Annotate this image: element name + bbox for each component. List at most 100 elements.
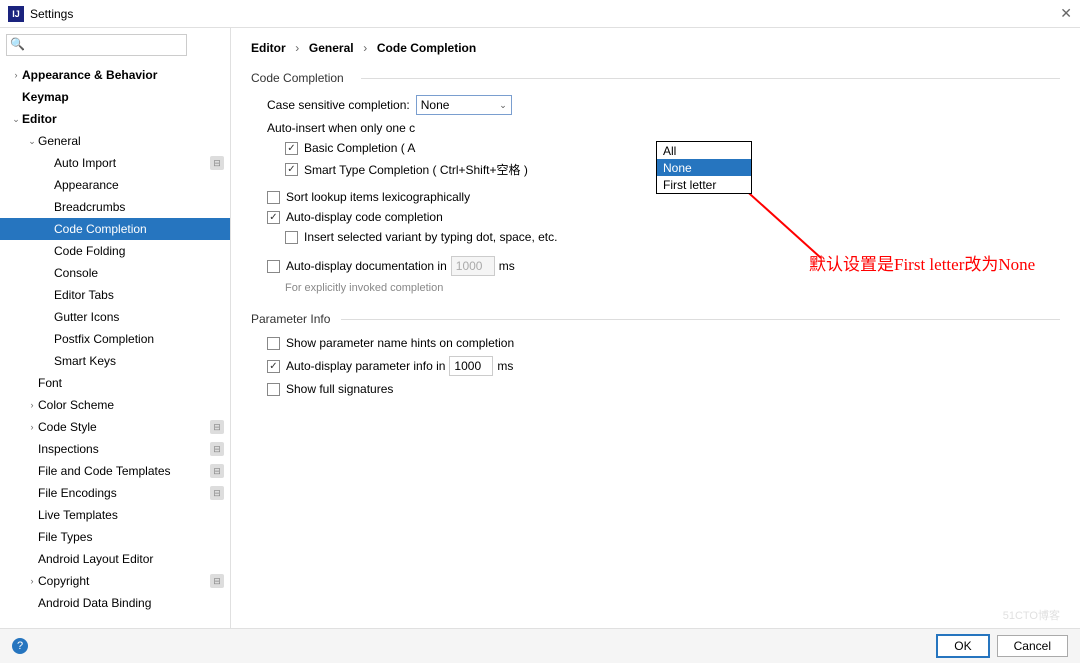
checkbox-param-hints[interactable] — [267, 337, 280, 350]
checkbox-sort-lookup[interactable] — [267, 191, 280, 204]
tree-item-label: File Types — [38, 530, 230, 544]
annotation-text: 默认设置是First letter改为None — [809, 250, 1035, 275]
checkbox-basic-completion[interactable] — [285, 142, 298, 155]
tree-item-font[interactable]: Font — [0, 372, 230, 394]
tree-item-label: Console — [54, 266, 230, 280]
tree-arrow-icon: › — [26, 422, 38, 432]
row-param-hints: Show parameter name hints on completion — [267, 336, 1060, 350]
tree-arrow-icon: › — [26, 576, 38, 586]
tree-item-auto-import[interactable]: Auto Import⊟ — [0, 152, 230, 174]
case-sensitive-select[interactable]: None ⌄ — [416, 95, 512, 115]
search-input[interactable] — [6, 34, 187, 56]
tree-item-label: Appearance & Behavior — [22, 68, 230, 82]
label-auto-doc: Auto-display documentation in — [286, 259, 447, 273]
tree-item-label: Inspections — [38, 442, 210, 456]
row-insert-variant: Insert selected variant by typing dot, s… — [285, 230, 1060, 244]
row-full-signatures: Show full signatures — [267, 382, 1060, 396]
tree-item-general[interactable]: ⌄General — [0, 130, 230, 152]
cancel-button[interactable]: Cancel — [997, 635, 1068, 657]
label-auto-display-cc: Auto-display code completion — [286, 210, 443, 224]
tree-item-label: General — [38, 134, 230, 148]
input-param-ms[interactable] — [449, 356, 493, 376]
label-param-auto: Auto-display parameter info in — [286, 359, 445, 373]
app-icon: IJ — [8, 6, 24, 22]
title-bar: IJ Settings ✕ — [0, 0, 1080, 28]
section-code-completion: Code Completion — [251, 71, 1060, 85]
tree-item-label: Appearance — [54, 178, 230, 192]
tree-item-keymap[interactable]: Keymap — [0, 86, 230, 108]
tree-item-smart-keys[interactable]: Smart Keys — [0, 350, 230, 372]
tree-item-postfix-completion[interactable]: Postfix Completion — [0, 328, 230, 350]
help-button[interactable]: ? — [12, 638, 28, 654]
tree-item-console[interactable]: Console — [0, 262, 230, 284]
checkbox-auto-display-cc[interactable] — [267, 211, 280, 224]
tree-item-color-scheme[interactable]: ›Color Scheme — [0, 394, 230, 416]
tree-item-appearance[interactable]: Appearance — [0, 174, 230, 196]
breadcrumb-code-completion: Code Completion — [377, 41, 476, 55]
chevron-down-icon: ⌄ — [499, 100, 507, 111]
tree-item-breadcrumbs[interactable]: Breadcrumbs — [0, 196, 230, 218]
tree-item-copyright[interactable]: ›Copyright⊟ — [0, 570, 230, 592]
scope-badge-icon: ⊟ — [210, 442, 224, 456]
tree-item-editor[interactable]: ⌄Editor — [0, 108, 230, 130]
label-ms: ms — [499, 259, 515, 273]
tree-item-code-folding[interactable]: Code Folding — [0, 240, 230, 262]
label-auto-insert: Auto-insert when only one c — [267, 121, 415, 135]
tree-item-android-layout-editor[interactable]: Android Layout Editor — [0, 548, 230, 570]
scope-badge-icon: ⊟ — [210, 156, 224, 170]
sidebar: 🔍 ›Appearance & BehaviorKeymap⌄Editor⌄Ge… — [0, 28, 231, 628]
dropdown-opt-first-letter[interactable]: First letter — [657, 176, 751, 193]
tree-item-label: Android Data Binding — [38, 596, 230, 610]
case-sensitive-dropdown[interactable]: All None First letter — [656, 141, 752, 194]
tree-arrow-icon: ⌄ — [10, 114, 22, 125]
watermark: 51CTO博客 — [1003, 607, 1060, 623]
hint-auto-doc: For explicitly invoked completion — [285, 282, 1060, 294]
select-value: None — [421, 98, 450, 112]
tree-item-label: Editor — [22, 112, 230, 126]
chevron-right-icon: › — [295, 41, 299, 55]
dialog-footer: ? OK Cancel — [0, 628, 1080, 663]
tree-item-file-types[interactable]: File Types — [0, 526, 230, 548]
tree-item-label: Android Layout Editor — [38, 552, 230, 566]
close-icon[interactable]: ✕ — [1060, 5, 1072, 22]
tree-item-label: Color Scheme — [38, 398, 230, 412]
checkbox-smart-completion[interactable] — [285, 163, 298, 176]
tree-item-code-style[interactable]: ›Code Style⊟ — [0, 416, 230, 438]
tree-item-appearance-behavior[interactable]: ›Appearance & Behavior — [0, 64, 230, 86]
checkbox-insert-variant[interactable] — [285, 231, 298, 244]
ok-button[interactable]: OK — [937, 635, 988, 657]
tree-item-label: Code Style — [38, 420, 210, 434]
breadcrumb-general[interactable]: General — [309, 41, 354, 55]
checkbox-auto-doc[interactable] — [267, 260, 280, 273]
breadcrumb-editor[interactable]: Editor — [251, 41, 286, 55]
tree-item-file-and-code-templates[interactable]: File and Code Templates⊟ — [0, 460, 230, 482]
tree-item-live-templates[interactable]: Live Templates — [0, 504, 230, 526]
tree-item-inspections[interactable]: Inspections⊟ — [0, 438, 230, 460]
tree-arrow-icon: › — [26, 400, 38, 410]
label-basic-completion: Basic Completion ( A — [304, 141, 415, 155]
tree-item-gutter-icons[interactable]: Gutter Icons — [0, 306, 230, 328]
tree-item-label: Live Templates — [38, 508, 230, 522]
search-box: 🔍 — [0, 28, 230, 62]
tree-item-code-completion[interactable]: Code Completion — [0, 218, 230, 240]
tree-item-label: Keymap — [22, 90, 230, 104]
scope-badge-icon: ⊟ — [210, 420, 224, 434]
scope-badge-icon: ⊟ — [210, 486, 224, 500]
checkbox-param-auto[interactable] — [267, 360, 280, 373]
dropdown-opt-all[interactable]: All — [657, 142, 751, 159]
label-case-sensitive: Case sensitive completion: — [267, 98, 410, 112]
tree-item-label: Font — [38, 376, 230, 390]
search-icon: 🔍 — [10, 37, 25, 51]
label-insert-variant: Insert selected variant by typing dot, s… — [304, 230, 557, 244]
label-sort-lookup: Sort lookup items lexicographically — [286, 190, 470, 204]
tree-item-label: Gutter Icons — [54, 310, 230, 324]
settings-tree[interactable]: ›Appearance & BehaviorKeymap⌄Editor⌄Gene… — [0, 62, 230, 628]
breadcrumb: Editor › General › Code Completion — [251, 40, 1060, 55]
tree-item-editor-tabs[interactable]: Editor Tabs — [0, 284, 230, 306]
row-param-auto: Auto-display parameter info in ms — [267, 356, 1060, 376]
tree-item-label: Copyright — [38, 574, 210, 588]
checkbox-full-signatures[interactable] — [267, 383, 280, 396]
tree-item-android-data-binding[interactable]: Android Data Binding — [0, 592, 230, 614]
tree-item-file-encodings[interactable]: File Encodings⊟ — [0, 482, 230, 504]
dropdown-opt-none[interactable]: None — [657, 159, 751, 176]
